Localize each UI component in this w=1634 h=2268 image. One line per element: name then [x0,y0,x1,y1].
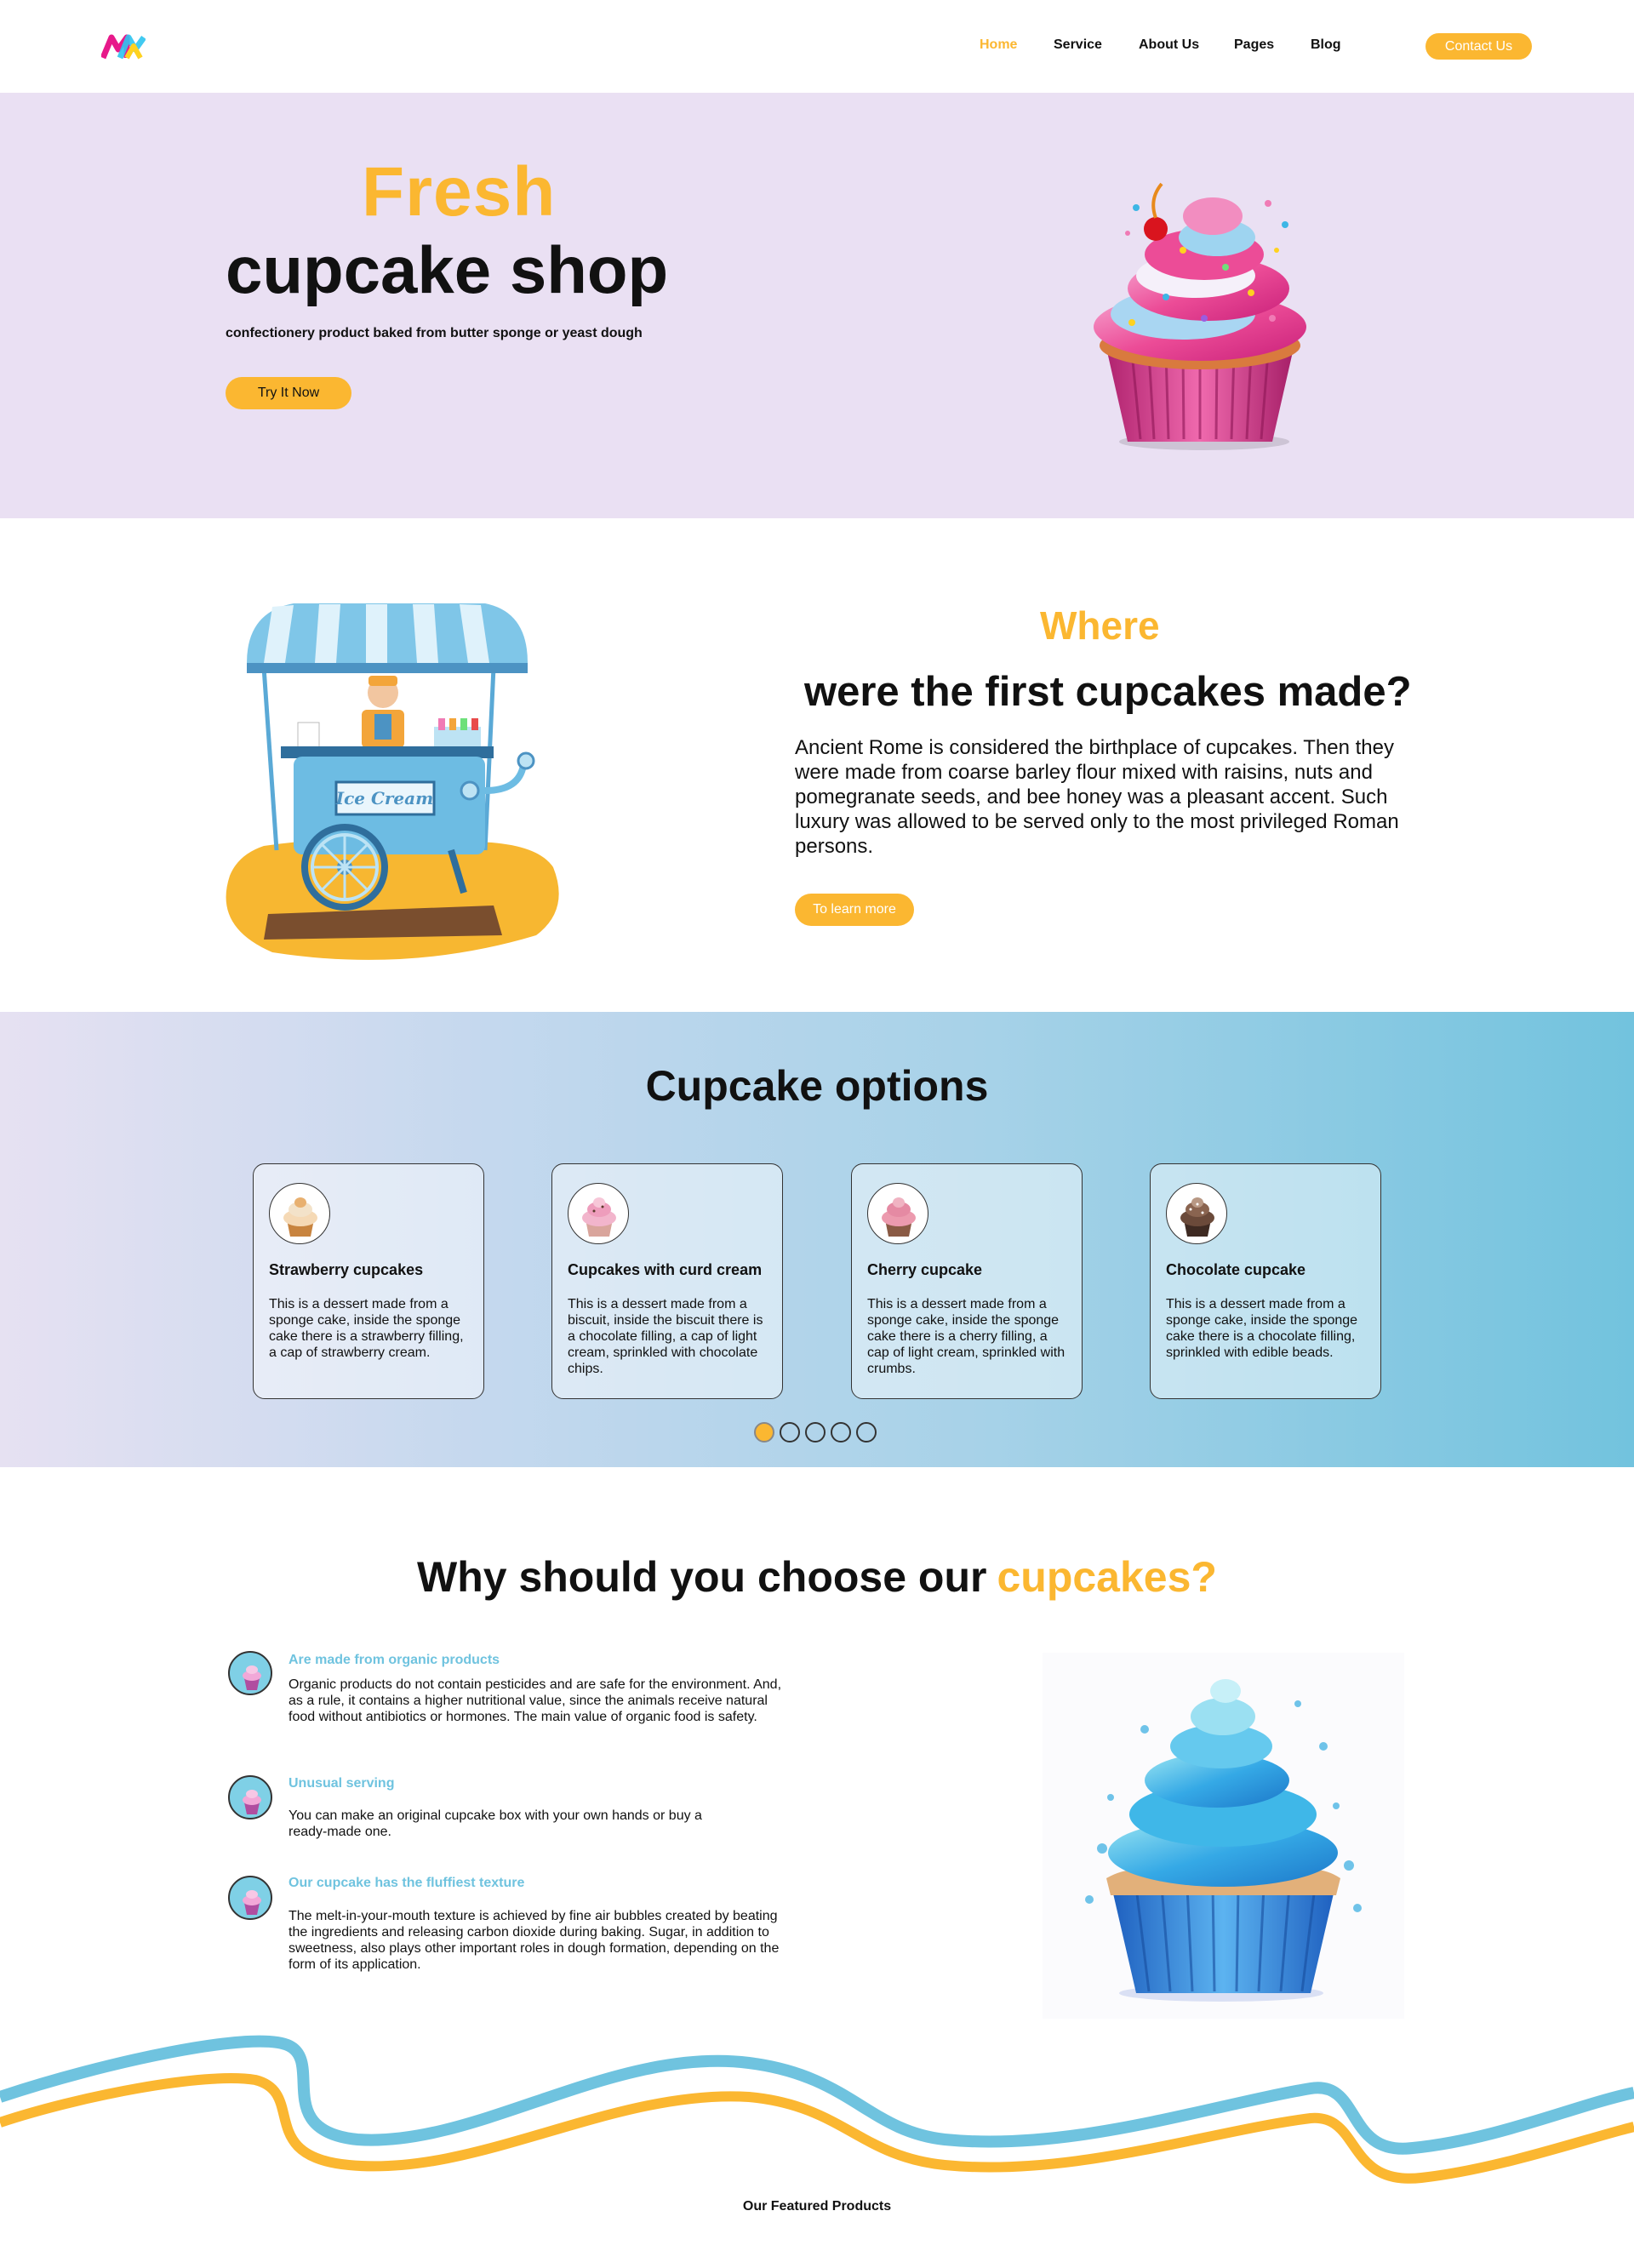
card-text: This is a dessert made from a biscuit, i… [568,1297,763,1376]
option-card[interactable]: Cupcakes with curd cream This is a desse… [551,1163,783,1399]
feature-cupcake-icon [228,1876,272,1920]
feature-cupcake-icon [228,1775,272,1820]
card-text: This is a dessert made from a sponge cak… [1166,1297,1358,1360]
card-title: Cupcakes with curd cream [568,1261,763,1278]
option-card[interactable]: Strawberry cupcakes This is a dessert ma… [253,1163,484,1399]
carousel-dot[interactable] [856,1422,877,1442]
feature-title: Unusual serving [289,1776,395,1791]
why-title-accent: cupcakes? [997,1553,1217,1601]
feature-text: The melt-in-your-mouth texture is achiev… [289,1909,780,1972]
card-title: Chocolate cupcake [1166,1261,1306,1278]
decorative-waves [0,2035,1634,2184]
about-text: Ancient Rome is considered the birthplac… [795,736,1399,858]
learn-more-button[interactable]: To learn more [795,894,914,926]
hero-accent: Fresh [362,153,557,231]
card-text: This is a dessert made from a sponge cak… [269,1297,464,1360]
about-section: Ice Cream Where were the first cupcakes … [0,518,1634,1012]
strawberry-cupcake-thumbnail [269,1183,330,1244]
hero-section: Fresh cupcake shop confectionery product… [0,93,1634,518]
cart-sign-text: Ice Cream [335,788,434,808]
feature-title: Our cupcake has the fluffiest texture [289,1876,525,1890]
carousel-dot[interactable] [831,1422,851,1442]
cherry-cupcake-thumbnail [867,1183,928,1244]
feature-text: Organic products do not contain pesticid… [289,1677,782,1724]
options-title: Cupcake options [645,1062,989,1110]
ice-cream-cart-illustration: Ice Cream [226,603,559,960]
site-header: Home Service About Us Pages Blog Contact… [0,0,1634,93]
card-title: Cherry cupcake [867,1261,983,1278]
chocolate-cupcake-thumbnail [1166,1183,1227,1244]
why-title-main: Why should you choose our [417,1553,987,1601]
carousel-dot[interactable] [805,1422,826,1442]
blue-cupcake-image [1043,1653,1404,2019]
hero-title: cupcake shop [226,232,669,307]
hero-cupcake-image [1094,182,1306,450]
nav-service[interactable]: Service [1054,37,1102,53]
hero-subtitle: confectionery product baked from butter … [226,326,643,340]
feature-text: You can make an original cupcake box wit… [289,1808,702,1839]
card-title: Strawberry cupcakes [269,1261,424,1278]
option-card[interactable]: Cherry cupcake This is a dessert made fr… [851,1163,1083,1399]
featured-products-heading: Our Featured Products [742,2199,892,2214]
why-title: Why should you choose our cupcakes? [0,1552,1634,1602]
cupcake-options-section: Cupcake options Strawberry cupcakes This… [0,1012,1634,1467]
option-card[interactable]: Chocolate cupcake This is a dessert made… [1150,1163,1381,1399]
feature-title: Are made from organic products [289,1653,500,1667]
curd-cream-cupcake-thumbnail [568,1183,629,1244]
carousel-dot[interactable] [754,1422,774,1442]
nav-about-us[interactable]: About Us [1139,37,1199,53]
contact-us-button[interactable]: Contact Us [1425,33,1532,60]
about-accent: Where [1040,603,1160,648]
main-nav: Home Service About Us Pages Blog [0,37,1634,56]
about-title: were the first cupcakes made? [804,669,1412,715]
nav-home[interactable]: Home [980,37,1017,53]
why-choose-section: Why should you choose our cupcakes? Are m… [0,1467,1634,2268]
feature-cupcake-icon [228,1651,272,1695]
card-text: This is a dessert made from a sponge cak… [867,1297,1066,1376]
carousel-dot[interactable] [780,1422,800,1442]
nav-pages[interactable]: Pages [1234,37,1274,53]
nav-blog[interactable]: Blog [1311,37,1341,53]
try-it-now-button[interactable]: Try It Now [226,377,351,409]
